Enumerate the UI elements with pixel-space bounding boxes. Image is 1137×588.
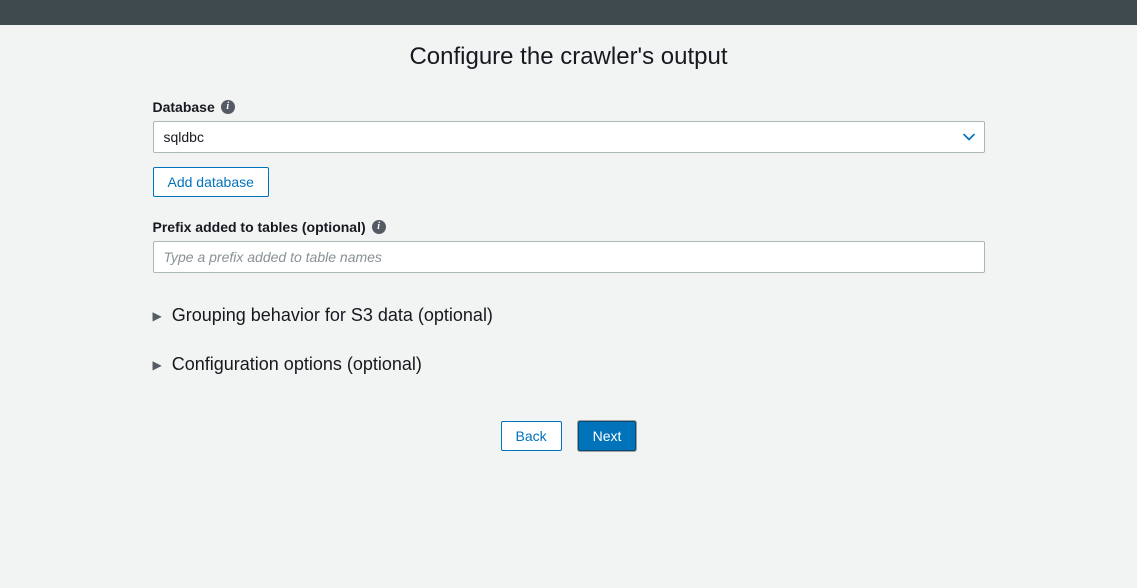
wizard-buttons: Back Next bbox=[153, 421, 985, 451]
database-select-value[interactable]: sqldbc bbox=[153, 121, 985, 153]
grouping-behavior-title: Grouping behavior for S3 data (optional) bbox=[172, 305, 493, 326]
prefix-input[interactable] bbox=[153, 241, 985, 273]
grouping-behavior-section[interactable]: ▶ Grouping behavior for S3 data (optiona… bbox=[153, 305, 985, 326]
caret-right-icon: ▶ bbox=[153, 309, 162, 323]
database-select[interactable]: sqldbc bbox=[153, 121, 985, 153]
prefix-section: Prefix added to tables (optional) i bbox=[153, 219, 985, 273]
database-label: Database i bbox=[153, 99, 985, 115]
add-database-button[interactable]: Add database bbox=[153, 167, 269, 197]
caret-right-icon: ▶ bbox=[153, 358, 162, 372]
form-content: Database i sqldbc Add database Prefix ad… bbox=[153, 99, 985, 451]
configuration-options-title: Configuration options (optional) bbox=[172, 354, 422, 375]
back-button[interactable]: Back bbox=[501, 421, 562, 451]
info-icon[interactable]: i bbox=[221, 100, 235, 114]
prefix-label: Prefix added to tables (optional) i bbox=[153, 219, 985, 235]
prefix-label-text: Prefix added to tables (optional) bbox=[153, 219, 366, 235]
page-title: Configure the crawler's output bbox=[0, 43, 1137, 71]
info-icon[interactable]: i bbox=[372, 220, 386, 234]
top-navigation-bar bbox=[0, 0, 1137, 25]
configuration-options-section[interactable]: ▶ Configuration options (optional) bbox=[153, 354, 985, 375]
database-label-text: Database bbox=[153, 99, 215, 115]
next-button[interactable]: Next bbox=[578, 421, 637, 451]
